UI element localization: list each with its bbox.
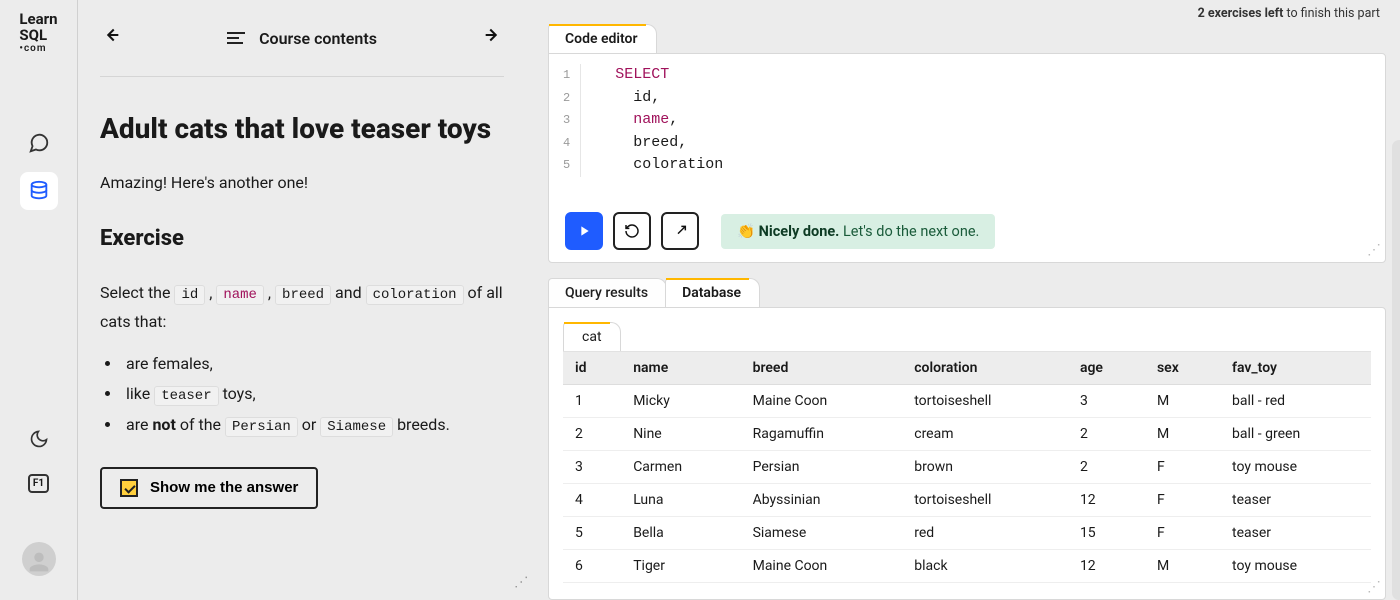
table-header: id	[563, 352, 621, 385]
table-tab-strip: cat	[549, 308, 1385, 351]
table-row: 3CarmenPersianbrown2Ftoy mouse	[563, 451, 1371, 484]
check-icon	[120, 479, 138, 497]
table-header: sex	[1145, 352, 1220, 385]
logo: Learn SQL •com	[19, 12, 57, 54]
chip-id: id	[174, 285, 205, 305]
chip-coloration: coloration	[366, 285, 464, 305]
tab-database[interactable]: Database	[665, 278, 760, 307]
table-row: 6TigerMaine Coonblack12Mtoy mouse	[563, 550, 1371, 583]
editor-controls: 👏 Nicely done. Let's do the next one.	[549, 200, 1385, 262]
table-header: name	[621, 352, 740, 385]
run-button[interactable]	[565, 212, 603, 250]
show-answer-label: Show me the answer	[150, 479, 298, 496]
chip-breed: breed	[275, 285, 331, 305]
table-header: coloration	[902, 352, 1068, 385]
intro-line: Amazing! Here's another one!	[100, 173, 504, 192]
requirements-list: are females, like teaser toys, are not o…	[122, 349, 504, 440]
code-editor-card: 12345 SELECT id, name, breed, coloration…	[548, 53, 1386, 263]
tab-query-results[interactable]: Query results	[548, 278, 667, 307]
exercise-heading: Exercise	[100, 226, 504, 251]
chip-siamese: Siamese	[320, 417, 393, 437]
code-editor[interactable]: 12345 SELECT id, name, breed, coloration	[549, 54, 1385, 177]
table-row: 2NineRagamuffincream2Mball - green	[563, 418, 1371, 451]
night-mode-icon[interactable]	[20, 420, 58, 458]
chip-name: name	[216, 285, 264, 305]
right-panel: 2 exercises left to finish this part Cod…	[534, 0, 1400, 600]
list-item: are not of the Persian or Siamese breeds…	[122, 410, 504, 441]
database-card: cat idnamebreedcolorationagesexfav_toy 1…	[548, 307, 1386, 600]
cat-table: idnamebreedcolorationagesexfav_toy 1Mick…	[563, 352, 1371, 583]
results-tab-strip: Query results Database	[548, 277, 1386, 307]
avatar[interactable]	[22, 542, 56, 576]
list-item: like teaser toys,	[122, 379, 504, 410]
success-message: 👏 Nicely done. Let's do the next one.	[721, 214, 995, 249]
database-icon[interactable]	[20, 172, 58, 210]
resize-handle-icon[interactable]: ⋰	[1367, 579, 1381, 595]
code-content: SELECT id, name, breed, coloration	[581, 64, 723, 177]
progress-info: 2 exercises left to finish this part	[548, 0, 1386, 23]
chip-persian: Persian	[225, 417, 298, 437]
reset-button[interactable]	[613, 212, 651, 250]
course-nav: Course contents	[100, 24, 504, 77]
line-gutter: 12345	[563, 64, 581, 177]
table-header: age	[1068, 352, 1145, 385]
editor-tab-strip: Code editor	[548, 23, 1386, 53]
tab-cat-table[interactable]: cat	[563, 322, 621, 351]
logo-line3: •com	[19, 44, 57, 55]
logo-line2: SQL	[19, 28, 57, 44]
exercise-prompt: Select the id , name , breed and colorat…	[100, 279, 504, 335]
share-button[interactable]	[661, 212, 699, 250]
table-row: 1MickyMaine Coontortoiseshell3Mball - re…	[563, 385, 1371, 418]
left-rail: Learn SQL •com F1	[0, 0, 78, 600]
table-row: 4LunaAbyssiniantortoiseshell12Fteaser	[563, 484, 1371, 517]
chat-icon[interactable]	[20, 124, 58, 162]
table-header: fav_toy	[1220, 352, 1371, 385]
scrollbar[interactable]	[1392, 140, 1400, 600]
menu-icon	[227, 32, 245, 44]
course-contents-button[interactable]: Course contents	[227, 29, 377, 48]
table-header: breed	[741, 352, 903, 385]
clap-icon: 👏	[737, 223, 759, 240]
page-title: Adult cats that love teaser toys	[100, 113, 504, 145]
table-row: 5BellaSiamesered15Fteaser	[563, 517, 1371, 550]
table-wrapper: idnamebreedcolorationagesexfav_toy 1Mick…	[563, 351, 1371, 583]
help-f1-icon[interactable]: F1	[20, 464, 58, 502]
course-contents-label: Course contents	[259, 29, 377, 48]
list-item: are females,	[122, 349, 504, 379]
resize-handle-icon[interactable]: ⋰	[513, 575, 529, 589]
show-answer-button[interactable]: Show me the answer	[100, 467, 318, 509]
next-arrow-icon[interactable]	[482, 24, 504, 52]
chip-teaser: teaser	[154, 386, 218, 406]
resize-handle-icon[interactable]: ⋰	[1367, 242, 1381, 258]
tab-code-editor[interactable]: Code editor	[548, 24, 657, 53]
prev-arrow-icon[interactable]	[100, 24, 122, 52]
lesson-panel: Course contents Adult cats that love tea…	[78, 0, 534, 600]
